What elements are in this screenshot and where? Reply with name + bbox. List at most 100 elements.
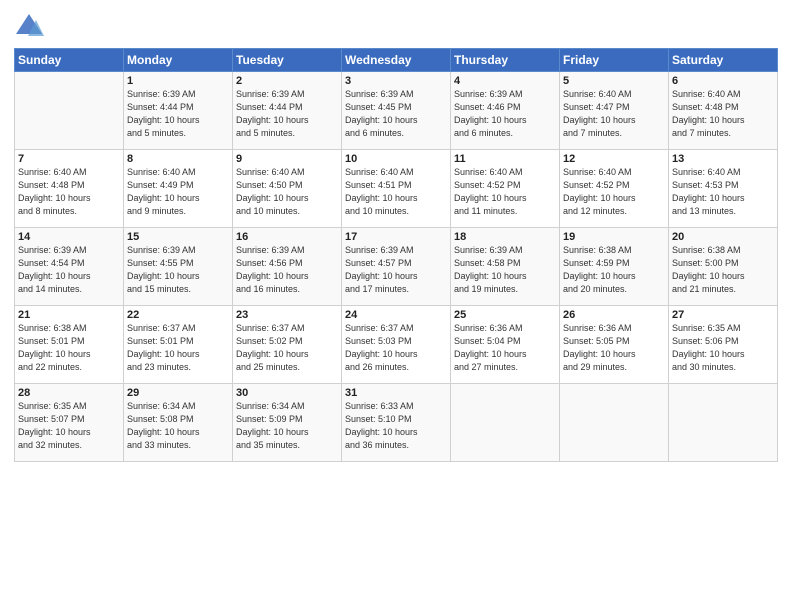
calendar-week-row: 7Sunrise: 6:40 AMSunset: 4:48 PMDaylight… bbox=[15, 150, 778, 228]
calendar-cell: 3Sunrise: 6:39 AMSunset: 4:45 PMDaylight… bbox=[342, 72, 451, 150]
calendar-cell: 24Sunrise: 6:37 AMSunset: 5:03 PMDayligh… bbox=[342, 306, 451, 384]
calendar-week-row: 21Sunrise: 6:38 AMSunset: 5:01 PMDayligh… bbox=[15, 306, 778, 384]
day-info: Sunrise: 6:40 AMSunset: 4:51 PMDaylight:… bbox=[345, 166, 447, 218]
day-info: Sunrise: 6:39 AMSunset: 4:54 PMDaylight:… bbox=[18, 244, 120, 296]
calendar-cell: 5Sunrise: 6:40 AMSunset: 4:47 PMDaylight… bbox=[560, 72, 669, 150]
day-info: Sunrise: 6:40 AMSunset: 4:53 PMDaylight:… bbox=[672, 166, 774, 218]
calendar-cell bbox=[669, 384, 778, 462]
calendar-cell: 28Sunrise: 6:35 AMSunset: 5:07 PMDayligh… bbox=[15, 384, 124, 462]
day-number: 28 bbox=[18, 387, 120, 399]
calendar-cell: 18Sunrise: 6:39 AMSunset: 4:58 PMDayligh… bbox=[451, 228, 560, 306]
day-number: 8 bbox=[127, 153, 229, 165]
calendar-cell: 1Sunrise: 6:39 AMSunset: 4:44 PMDaylight… bbox=[124, 72, 233, 150]
day-info: Sunrise: 6:39 AMSunset: 4:56 PMDaylight:… bbox=[236, 244, 338, 296]
day-info: Sunrise: 6:35 AMSunset: 5:07 PMDaylight:… bbox=[18, 400, 120, 452]
day-info: Sunrise: 6:40 AMSunset: 4:48 PMDaylight:… bbox=[18, 166, 120, 218]
day-info: Sunrise: 6:38 AMSunset: 5:00 PMDaylight:… bbox=[672, 244, 774, 296]
day-number: 20 bbox=[672, 231, 774, 243]
day-info: Sunrise: 6:37 AMSunset: 5:03 PMDaylight:… bbox=[345, 322, 447, 374]
calendar-cell: 21Sunrise: 6:38 AMSunset: 5:01 PMDayligh… bbox=[15, 306, 124, 384]
day-number: 14 bbox=[18, 231, 120, 243]
calendar-cell: 14Sunrise: 6:39 AMSunset: 4:54 PMDayligh… bbox=[15, 228, 124, 306]
calendar-cell: 30Sunrise: 6:34 AMSunset: 5:09 PMDayligh… bbox=[233, 384, 342, 462]
calendar-cell: 27Sunrise: 6:35 AMSunset: 5:06 PMDayligh… bbox=[669, 306, 778, 384]
day-number: 19 bbox=[563, 231, 665, 243]
day-info: Sunrise: 6:39 AMSunset: 4:45 PMDaylight:… bbox=[345, 88, 447, 140]
calendar-cell: 7Sunrise: 6:40 AMSunset: 4:48 PMDaylight… bbox=[15, 150, 124, 228]
day-number: 26 bbox=[563, 309, 665, 321]
calendar-cell: 11Sunrise: 6:40 AMSunset: 4:52 PMDayligh… bbox=[451, 150, 560, 228]
calendar-cell: 16Sunrise: 6:39 AMSunset: 4:56 PMDayligh… bbox=[233, 228, 342, 306]
calendar-week-row: 14Sunrise: 6:39 AMSunset: 4:54 PMDayligh… bbox=[15, 228, 778, 306]
day-number: 25 bbox=[454, 309, 556, 321]
calendar-col-friday: Friday bbox=[560, 49, 669, 72]
calendar-col-saturday: Saturday bbox=[669, 49, 778, 72]
calendar-cell: 13Sunrise: 6:40 AMSunset: 4:53 PMDayligh… bbox=[669, 150, 778, 228]
calendar-cell: 12Sunrise: 6:40 AMSunset: 4:52 PMDayligh… bbox=[560, 150, 669, 228]
calendar-cell: 26Sunrise: 6:36 AMSunset: 5:05 PMDayligh… bbox=[560, 306, 669, 384]
day-number: 15 bbox=[127, 231, 229, 243]
day-info: Sunrise: 6:40 AMSunset: 4:52 PMDaylight:… bbox=[454, 166, 556, 218]
day-info: Sunrise: 6:37 AMSunset: 5:02 PMDaylight:… bbox=[236, 322, 338, 374]
day-info: Sunrise: 6:40 AMSunset: 4:52 PMDaylight:… bbox=[563, 166, 665, 218]
calendar-col-monday: Monday bbox=[124, 49, 233, 72]
calendar-cell: 23Sunrise: 6:37 AMSunset: 5:02 PMDayligh… bbox=[233, 306, 342, 384]
day-number: 24 bbox=[345, 309, 447, 321]
page-header bbox=[14, 10, 778, 40]
day-number: 29 bbox=[127, 387, 229, 399]
calendar-cell: 15Sunrise: 6:39 AMSunset: 4:55 PMDayligh… bbox=[124, 228, 233, 306]
day-number: 21 bbox=[18, 309, 120, 321]
day-number: 31 bbox=[345, 387, 447, 399]
day-info: Sunrise: 6:39 AMSunset: 4:46 PMDaylight:… bbox=[454, 88, 556, 140]
day-number: 1 bbox=[127, 75, 229, 87]
calendar-cell: 31Sunrise: 6:33 AMSunset: 5:10 PMDayligh… bbox=[342, 384, 451, 462]
day-info: Sunrise: 6:39 AMSunset: 4:58 PMDaylight:… bbox=[454, 244, 556, 296]
calendar-week-row: 28Sunrise: 6:35 AMSunset: 5:07 PMDayligh… bbox=[15, 384, 778, 462]
day-number: 30 bbox=[236, 387, 338, 399]
calendar-cell: 9Sunrise: 6:40 AMSunset: 4:50 PMDaylight… bbox=[233, 150, 342, 228]
calendar-cell: 25Sunrise: 6:36 AMSunset: 5:04 PMDayligh… bbox=[451, 306, 560, 384]
calendar-cell: 2Sunrise: 6:39 AMSunset: 4:44 PMDaylight… bbox=[233, 72, 342, 150]
calendar-col-sunday: Sunday bbox=[15, 49, 124, 72]
day-info: Sunrise: 6:39 AMSunset: 4:44 PMDaylight:… bbox=[236, 88, 338, 140]
day-number: 6 bbox=[672, 75, 774, 87]
calendar-cell bbox=[560, 384, 669, 462]
day-number: 9 bbox=[236, 153, 338, 165]
logo-icon bbox=[14, 10, 44, 40]
day-info: Sunrise: 6:34 AMSunset: 5:08 PMDaylight:… bbox=[127, 400, 229, 452]
day-info: Sunrise: 6:40 AMSunset: 4:47 PMDaylight:… bbox=[563, 88, 665, 140]
calendar-cell: 17Sunrise: 6:39 AMSunset: 4:57 PMDayligh… bbox=[342, 228, 451, 306]
day-info: Sunrise: 6:38 AMSunset: 5:01 PMDaylight:… bbox=[18, 322, 120, 374]
day-number: 3 bbox=[345, 75, 447, 87]
day-info: Sunrise: 6:39 AMSunset: 4:55 PMDaylight:… bbox=[127, 244, 229, 296]
day-number: 4 bbox=[454, 75, 556, 87]
calendar-table: SundayMondayTuesdayWednesdayThursdayFrid… bbox=[14, 48, 778, 462]
calendar-cell bbox=[451, 384, 560, 462]
day-number: 5 bbox=[563, 75, 665, 87]
day-info: Sunrise: 6:36 AMSunset: 5:05 PMDaylight:… bbox=[563, 322, 665, 374]
day-info: Sunrise: 6:40 AMSunset: 4:50 PMDaylight:… bbox=[236, 166, 338, 218]
day-info: Sunrise: 6:39 AMSunset: 4:44 PMDaylight:… bbox=[127, 88, 229, 140]
day-info: Sunrise: 6:40 AMSunset: 4:49 PMDaylight:… bbox=[127, 166, 229, 218]
calendar-col-tuesday: Tuesday bbox=[233, 49, 342, 72]
day-number: 13 bbox=[672, 153, 774, 165]
day-number: 11 bbox=[454, 153, 556, 165]
day-info: Sunrise: 6:34 AMSunset: 5:09 PMDaylight:… bbox=[236, 400, 338, 452]
calendar-col-wednesday: Wednesday bbox=[342, 49, 451, 72]
calendar-cell: 10Sunrise: 6:40 AMSunset: 4:51 PMDayligh… bbox=[342, 150, 451, 228]
day-info: Sunrise: 6:33 AMSunset: 5:10 PMDaylight:… bbox=[345, 400, 447, 452]
logo bbox=[14, 10, 44, 40]
calendar-cell: 29Sunrise: 6:34 AMSunset: 5:08 PMDayligh… bbox=[124, 384, 233, 462]
day-number: 27 bbox=[672, 309, 774, 321]
calendar-cell bbox=[15, 72, 124, 150]
calendar-cell: 8Sunrise: 6:40 AMSunset: 4:49 PMDaylight… bbox=[124, 150, 233, 228]
day-info: Sunrise: 6:35 AMSunset: 5:06 PMDaylight:… bbox=[672, 322, 774, 374]
day-number: 22 bbox=[127, 309, 229, 321]
calendar-cell: 20Sunrise: 6:38 AMSunset: 5:00 PMDayligh… bbox=[669, 228, 778, 306]
calendar-header-row: SundayMondayTuesdayWednesdayThursdayFrid… bbox=[15, 49, 778, 72]
day-number: 7 bbox=[18, 153, 120, 165]
calendar-cell: 19Sunrise: 6:38 AMSunset: 4:59 PMDayligh… bbox=[560, 228, 669, 306]
day-number: 16 bbox=[236, 231, 338, 243]
day-number: 2 bbox=[236, 75, 338, 87]
calendar-cell: 6Sunrise: 6:40 AMSunset: 4:48 PMDaylight… bbox=[669, 72, 778, 150]
